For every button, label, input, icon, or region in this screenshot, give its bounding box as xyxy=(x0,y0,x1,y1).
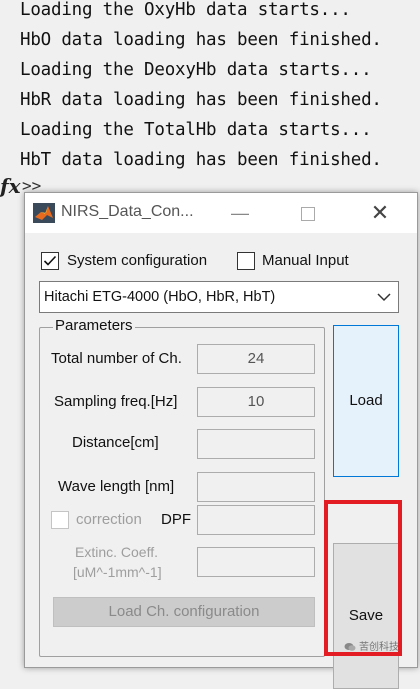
save-highlight-box xyxy=(324,500,402,656)
console-line: HbT data loading has been finished. xyxy=(20,150,382,170)
distance-label: Distance[cm] xyxy=(72,434,159,451)
watermark: 苦创科技 xyxy=(344,638,399,653)
wechat-icon xyxy=(344,643,356,652)
command-window[interactable]: Loading the OxyHb data starts... HbO dat… xyxy=(0,0,420,200)
maximize-icon xyxy=(301,207,315,221)
console-line: Loading the OxyHb data starts... xyxy=(20,0,351,20)
parameters-group-title: Parameters xyxy=(53,317,135,334)
window-title: NIRS_Data_Con... xyxy=(61,203,194,220)
distance-field[interactable] xyxy=(197,429,315,459)
load-ch-config-button[interactable]: Load Ch. configuration xyxy=(53,597,315,627)
load-button[interactable]: Load xyxy=(333,325,399,477)
title-bar[interactable]: NIRS_Data_Con... — ✕ xyxy=(25,193,417,233)
extinction-field[interactable] xyxy=(197,547,315,577)
console-line: HbO data loading has been finished. xyxy=(20,30,382,50)
manual-input-label[interactable]: Manual Input xyxy=(262,252,349,269)
console-line: Loading the DeoxyHb data starts... xyxy=(20,60,372,80)
correction-checkbox[interactable] xyxy=(51,511,69,529)
chevron-down-icon xyxy=(377,293,391,302)
total-channels-field[interactable]: 24 xyxy=(197,344,315,374)
close-button[interactable]: ✕ xyxy=(365,199,395,227)
maximize-button[interactable] xyxy=(293,199,323,227)
watermark-text: 苦创科技 xyxy=(359,642,399,653)
manual-input-checkbox[interactable] xyxy=(237,252,255,270)
function-browser-icon[interactable]: fx xyxy=(0,174,21,198)
extinction-label-line2: [uM^-1mm^-1] xyxy=(73,564,162,580)
dpf-label: DPF xyxy=(161,511,191,528)
checkmark-icon xyxy=(43,255,57,266)
wave-length-field[interactable] xyxy=(197,472,315,502)
sampling-freq-label: Sampling freq.[Hz] xyxy=(54,393,178,410)
dpf-field[interactable] xyxy=(197,505,315,535)
extinction-label-line1: Extinc. Coeff. xyxy=(75,544,159,560)
correction-label: correction xyxy=(76,511,142,528)
minimize-button[interactable]: — xyxy=(225,199,255,227)
total-channels-label: Total number of Ch. xyxy=(51,350,182,367)
console-line: Loading the TotalHb data starts... xyxy=(20,120,372,140)
console-line: HbR data loading has been finished. xyxy=(20,90,382,110)
wave-length-label: Wave length [nm] xyxy=(58,478,175,495)
system-select[interactable]: Hitachi ETG-4000 (HbO, HbR, HbT) xyxy=(39,281,399,313)
system-config-label[interactable]: System configuration xyxy=(67,252,207,269)
system-select-value: Hitachi ETG-4000 (HbO, HbR, HbT) xyxy=(44,289,276,305)
sampling-freq-field[interactable]: 10 xyxy=(197,387,315,417)
system-config-checkbox[interactable] xyxy=(41,252,59,270)
matlab-icon xyxy=(33,203,55,223)
